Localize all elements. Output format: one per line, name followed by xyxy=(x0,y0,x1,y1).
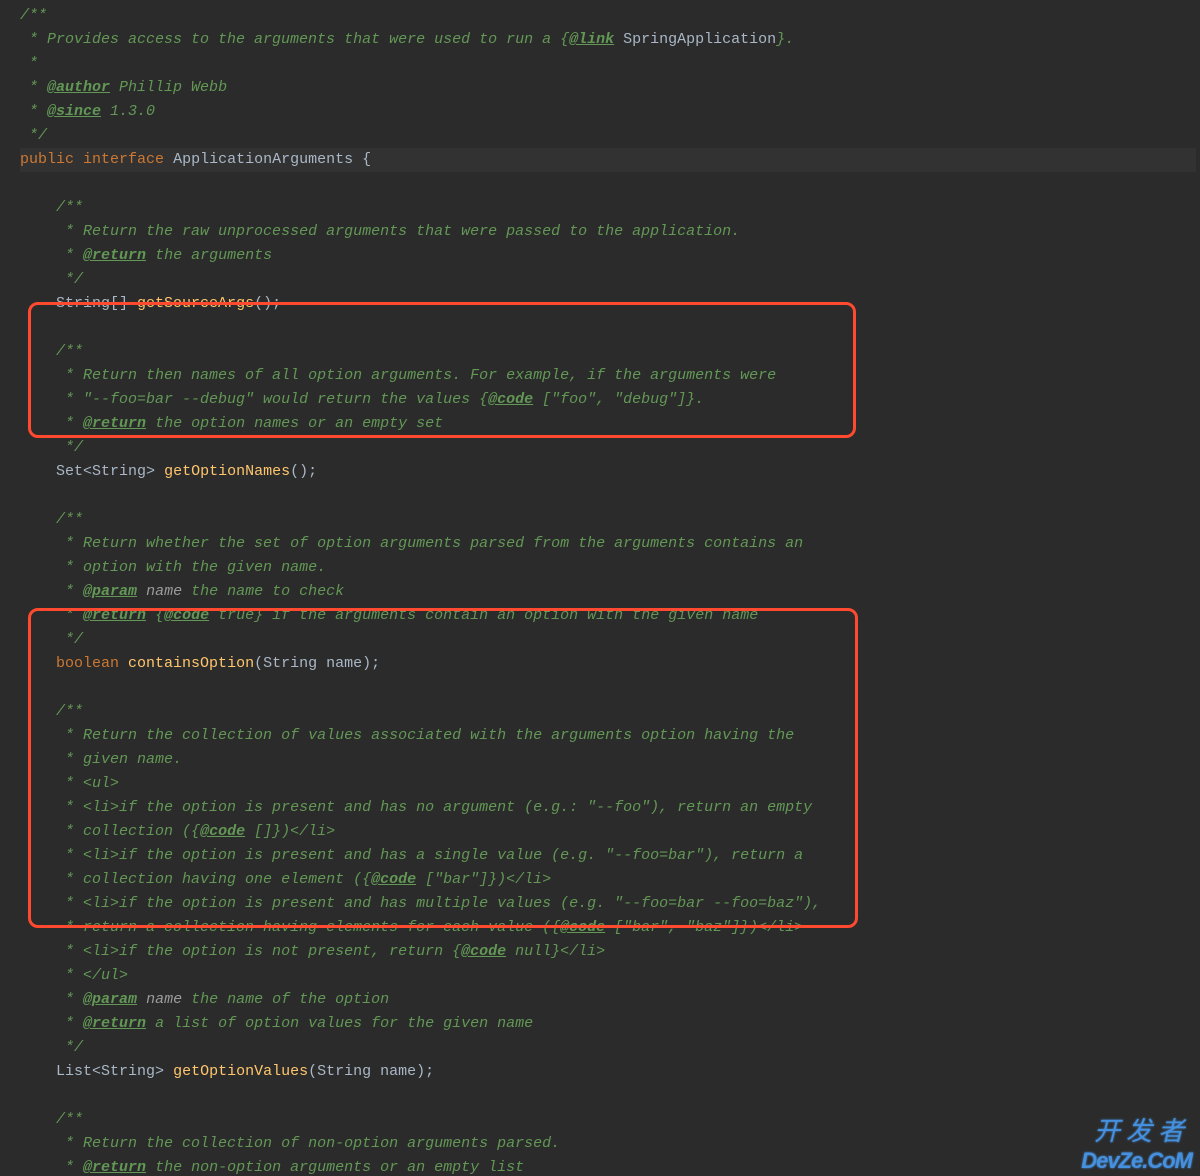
method-getSourceArgs: getSourceArgs xyxy=(137,295,254,312)
return-tag: @return xyxy=(83,607,146,624)
author-tag: @author xyxy=(47,79,110,96)
m5-doc: Return the collection of non-option argu… xyxy=(83,1135,560,1152)
since-tag: @since xyxy=(47,103,101,120)
javadoc-link-tag: @link xyxy=(569,31,614,48)
watermark-en: DevZe.CoM xyxy=(1081,1148,1192,1174)
code-viewer[interactable]: /** * Provides access to the arguments t… xyxy=(0,0,1200,1176)
param-tag: @param xyxy=(83,991,137,1008)
return-tag: @return xyxy=(83,247,146,264)
code-tag: @code xyxy=(560,919,605,936)
author-name: Phillip Webb xyxy=(119,79,227,96)
param-tag: @param xyxy=(83,583,137,600)
m3-doc-l1: Return whether the set of option argumen… xyxy=(83,535,803,552)
method-containsOption: containsOption xyxy=(128,655,254,672)
method-getOptionValues: getOptionValues xyxy=(173,1063,308,1080)
m4-doc-l1: Return the collection of values associat… xyxy=(83,727,794,744)
return-tag: @return xyxy=(83,415,146,432)
code-tag: @code xyxy=(461,943,506,960)
class-doc: Provides access to the arguments that we… xyxy=(47,31,560,48)
code-tag: @code xyxy=(488,391,533,408)
m2-doc-l1: Return then names of all option argument… xyxy=(83,367,776,384)
kw-interface: interface xyxy=(83,151,164,168)
watermark-cn: 开发者 xyxy=(1094,1111,1190,1148)
m1-doc: Return the raw unprocessed arguments tha… xyxy=(83,223,740,240)
code-tag: @code xyxy=(200,823,245,840)
since-version: 1.3.0 xyxy=(110,103,155,120)
method-getOptionNames: getOptionNames xyxy=(164,463,290,480)
return-tag: @return xyxy=(83,1159,146,1176)
code-tag: @code xyxy=(164,607,209,624)
interface-name: ApplicationArguments xyxy=(173,151,353,168)
return-tag: @return xyxy=(83,1015,146,1032)
kw-public: public xyxy=(20,151,74,168)
javadoc-link-target: SpringApplication xyxy=(623,31,776,48)
code-tag: @code xyxy=(371,871,416,888)
